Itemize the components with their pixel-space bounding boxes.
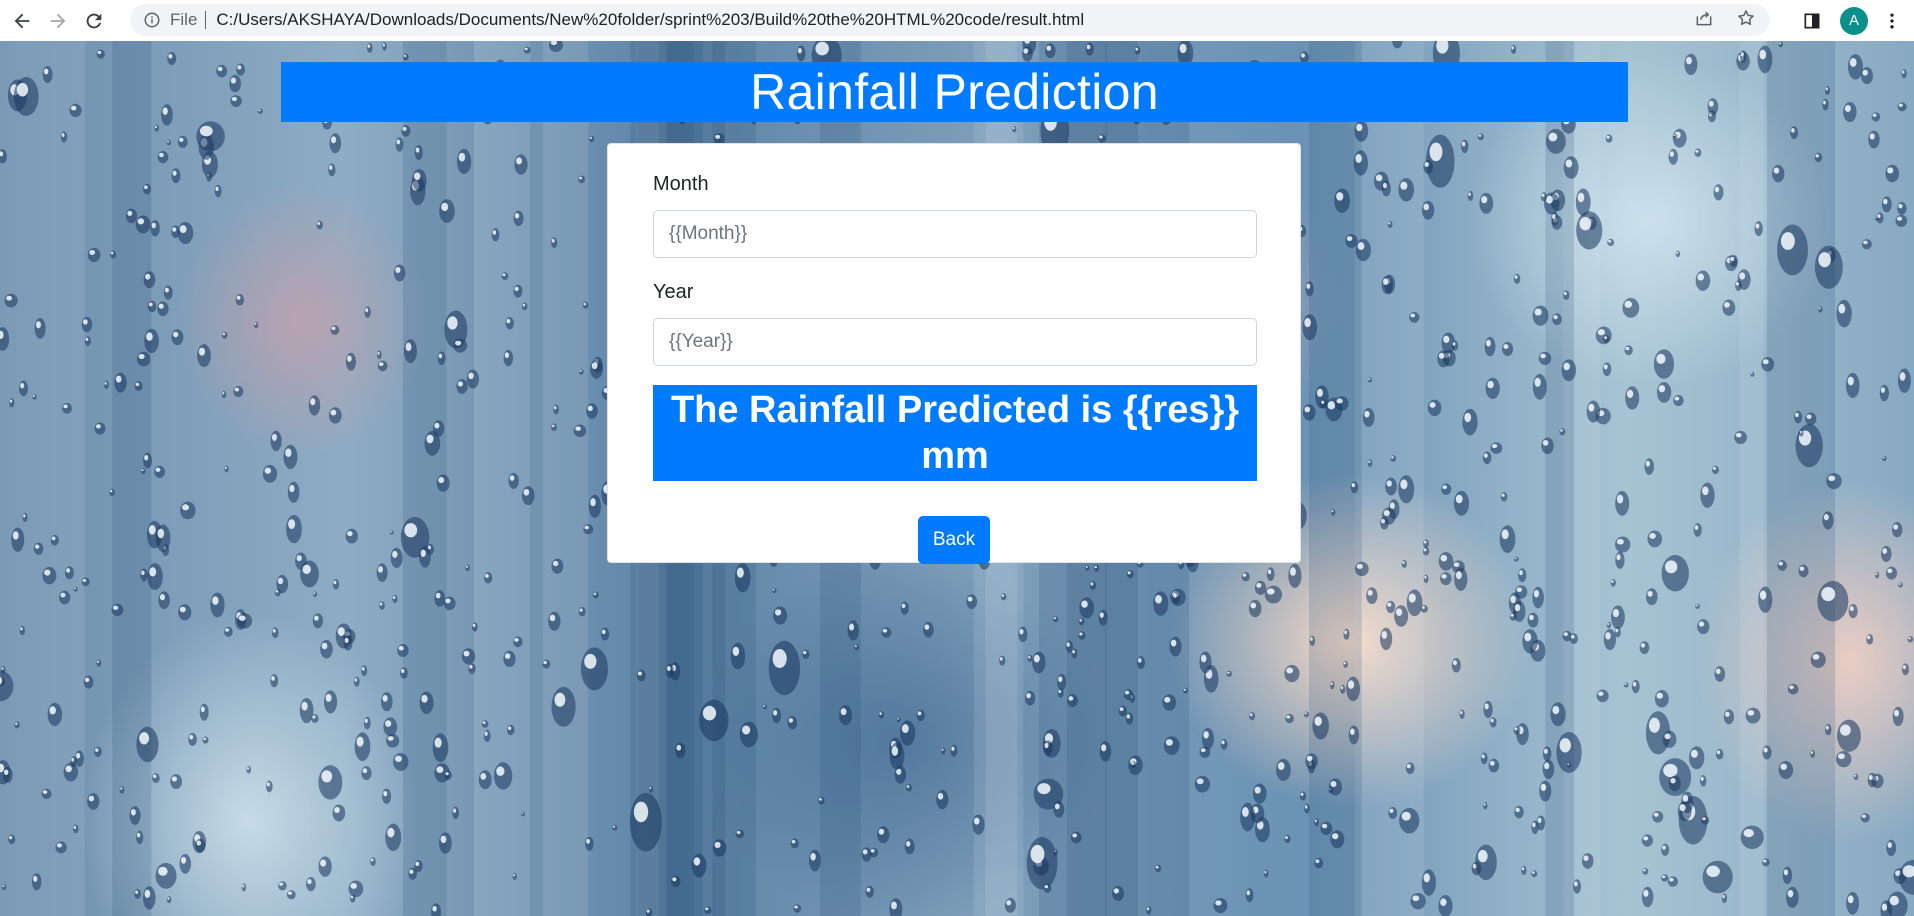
year-input[interactable] (653, 318, 1257, 366)
url-text[interactable]: C:/Users/AKSHAYA/Downloads/Documents/New… (216, 10, 1084, 30)
url-separator (205, 11, 207, 29)
info-icon[interactable] (143, 11, 161, 29)
prediction-form-card: Month Year The Rainfall Predicted is {{r… (607, 143, 1301, 564)
forward-arrow-icon[interactable] (44, 7, 72, 35)
profile-avatar[interactable]: A (1840, 6, 1868, 35)
browser-toolbar: File C:/Users/AKSHAYA/Downloads/Document… (0, 0, 1914, 41)
back-button[interactable]: Back (918, 516, 990, 564)
back-arrow-icon[interactable] (8, 7, 36, 35)
reload-icon[interactable] (80, 7, 108, 35)
month-input[interactable] (653, 210, 1257, 258)
star-icon[interactable] (1736, 8, 1756, 33)
address-bar[interactable]: File C:/Users/AKSHAYA/Downloads/Document… (130, 4, 1770, 36)
year-label: Year (653, 281, 694, 303)
share-icon[interactable] (1694, 8, 1714, 33)
page-title: Rainfall Prediction (281, 62, 1628, 122)
url-scheme-label: File (170, 10, 198, 29)
month-label: Month (653, 173, 709, 195)
menu-dots-icon[interactable] (1882, 11, 1902, 31)
side-panel-icon[interactable] (1802, 11, 1822, 31)
result-banner: The Rainfall Predicted is {{res}} mm (653, 385, 1257, 481)
page-viewport: Rainfall Prediction Month Year The Rainf… (0, 41, 1914, 916)
